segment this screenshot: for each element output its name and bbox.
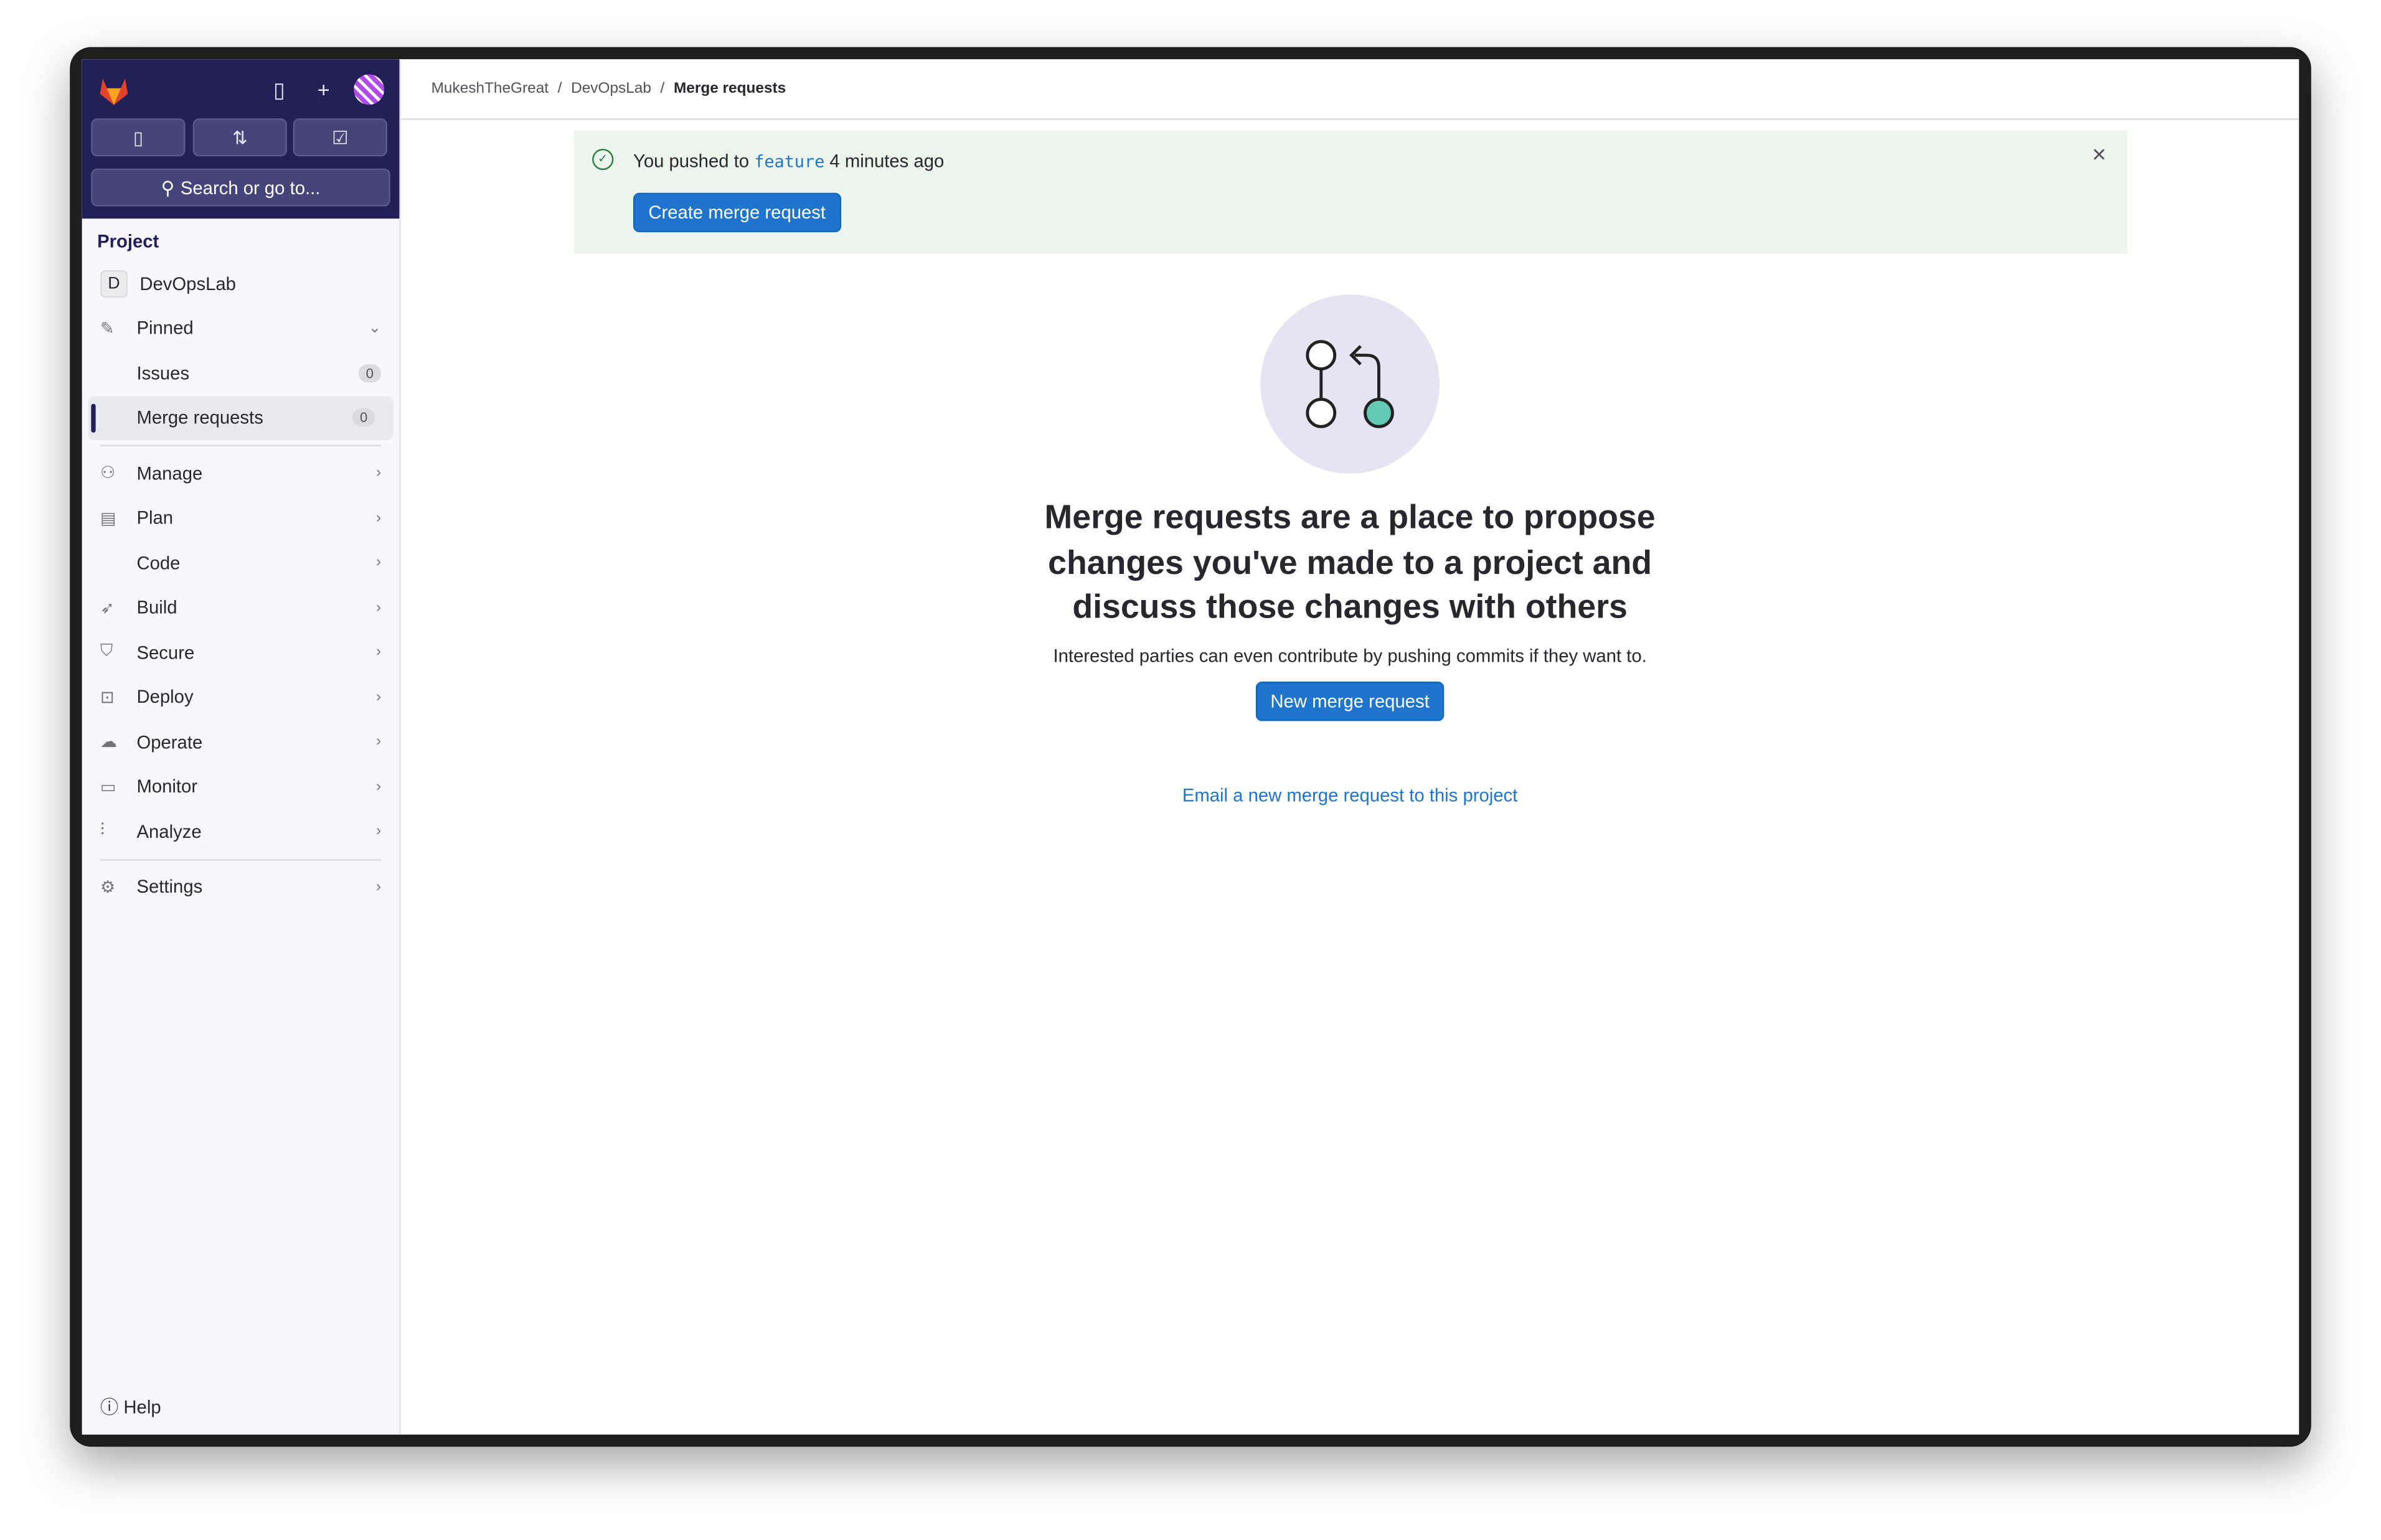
chart-icon: ⫶ xyxy=(100,822,105,840)
cloud-icon: ☁ xyxy=(100,733,117,752)
sidebar-item-plan[interactable]: ▤ Plan › xyxy=(82,495,400,540)
chevron-right-icon: › xyxy=(375,644,382,661)
search-icon: ⚲ xyxy=(161,177,175,199)
breadcrumb-current[interactable]: Merge requests xyxy=(674,80,786,97)
gear-icon: ⚙ xyxy=(100,878,116,897)
rocket-icon: ➶ xyxy=(100,599,115,617)
deploy-icon: ⊡ xyxy=(100,688,115,707)
gitlab-logo-icon[interactable] xyxy=(97,75,131,108)
chevron-right-icon: › xyxy=(375,464,382,482)
chevron-right-icon: › xyxy=(375,688,382,706)
count-badge: 0 xyxy=(352,408,375,427)
sidebar-item-code[interactable]: Code › xyxy=(82,540,400,585)
merge-requests-shortcut-button[interactable]: ⇅ xyxy=(192,118,287,157)
merge-request-illustration xyxy=(1260,294,1440,474)
screen: ▯ + ▯ ⇅ ☑ ⚲ Search or go to... Project DD… xyxy=(82,59,2299,1435)
issues-shortcut-button[interactable]: ▯ xyxy=(91,118,186,157)
divider xyxy=(100,858,382,860)
sidebar-item-deploy[interactable]: ⊡ Deploy › xyxy=(82,675,400,720)
breadcrumb: MukeshTheGreat / DevOpsLab / Merge request… xyxy=(400,59,2299,120)
sidebar-item-analyze[interactable]: ⫶ Analyze › xyxy=(82,809,400,854)
chevron-down-icon: ⌄ xyxy=(368,319,382,337)
empty-state-description: Interested parties can even contribute b… xyxy=(1053,644,1647,666)
breadcrumb-item[interactable]: MukeshTheGreat xyxy=(431,80,549,97)
empty-state-title: Merge requests are a place to propose ch… xyxy=(1044,497,1656,626)
sidebar-item-settings[interactable]: ⚙ Settings › xyxy=(82,865,400,909)
sidebar-item-operate[interactable]: ☁ Operate › xyxy=(82,720,400,764)
help-button[interactable]: ⓘ Help xyxy=(100,1394,161,1419)
avatar[interactable] xyxy=(354,74,385,105)
check-circle-icon: ✓ xyxy=(592,149,614,171)
chevron-right-icon: › xyxy=(375,778,382,796)
help-icon: ⓘ xyxy=(100,1396,119,1418)
sidebar-item-secure[interactable]: ⛉ Secure › xyxy=(82,630,400,675)
email-merge-request-link[interactable]: Email a new merge request to this projec… xyxy=(401,784,2299,805)
monitor-icon: ▭ xyxy=(100,778,116,797)
section-title: Project xyxy=(97,230,159,252)
sidebar-item-project[interactable]: D DevOpsLab xyxy=(82,261,400,306)
create-merge-request-button[interactable]: Create merge request xyxy=(633,192,841,233)
sidebar-item-manage[interactable]: ⚇ Manage › xyxy=(82,451,400,495)
shield-icon: ⛉ xyxy=(100,642,113,661)
chevron-right-icon: › xyxy=(375,823,382,840)
calendar-icon: ▤ xyxy=(100,509,116,528)
sidebar-item-build[interactable]: ➶ Build › xyxy=(82,585,400,630)
sidebar-toggle-icon[interactable]: ▯ xyxy=(273,77,285,103)
todos-shortcut-button[interactable]: ☑ xyxy=(293,118,387,157)
sidebar-item-monitor[interactable]: ▭ Monitor › xyxy=(82,764,400,809)
branch-name[interactable]: feature xyxy=(754,152,824,172)
plus-icon[interactable]: + xyxy=(318,77,330,101)
todo-icon: ☑ xyxy=(332,126,349,148)
sidebar: ▯ + ▯ ⇅ ☑ ⚲ Search or go to... Project DD… xyxy=(82,59,401,1435)
divider xyxy=(100,444,382,447)
page: ▯ + ▯ ⇅ ☑ ⚲ Search or go to... Project DD… xyxy=(0,0,2381,1539)
search-button[interactable]: ⚲ Search or go to... xyxy=(91,168,390,207)
push-alert: ✓ You pushed to feature 4 minutes ago × … xyxy=(573,130,2128,254)
sidebar-item-pinned[interactable]: ✎ Pinned ⌄ xyxy=(82,306,400,350)
issues-icon: ▯ xyxy=(133,126,143,148)
main-content: MukeshTheGreat / DevOpsLab / Merge request… xyxy=(400,59,2299,1435)
empty-state: Merge requests are a place to propose ch… xyxy=(401,294,2299,805)
new-merge-request-button[interactable]: New merge request xyxy=(1255,680,1445,721)
close-icon[interactable]: × xyxy=(2092,143,2106,170)
pin-icon: ✎ xyxy=(100,319,115,339)
sidebar-header: ▯ + ▯ ⇅ ☑ ⚲ Search or go to... xyxy=(82,59,400,219)
chevron-right-icon: › xyxy=(375,509,382,527)
chevron-right-icon: › xyxy=(375,878,382,896)
count-badge: 0 xyxy=(358,364,382,382)
sidebar-item-merge-requests[interactable]: Merge requests 0 xyxy=(88,395,394,441)
chevron-right-icon: › xyxy=(375,554,382,571)
merge-request-icon: ⇅ xyxy=(232,126,248,148)
project-avatar: D xyxy=(100,270,128,298)
sidebar-item-issues[interactable]: Issues 0 xyxy=(82,350,400,395)
chevron-right-icon: › xyxy=(375,733,382,751)
breadcrumb-item[interactable]: DevOpsLab xyxy=(571,80,651,97)
chevron-right-icon: › xyxy=(375,599,382,616)
users-icon: ⚇ xyxy=(100,464,116,484)
